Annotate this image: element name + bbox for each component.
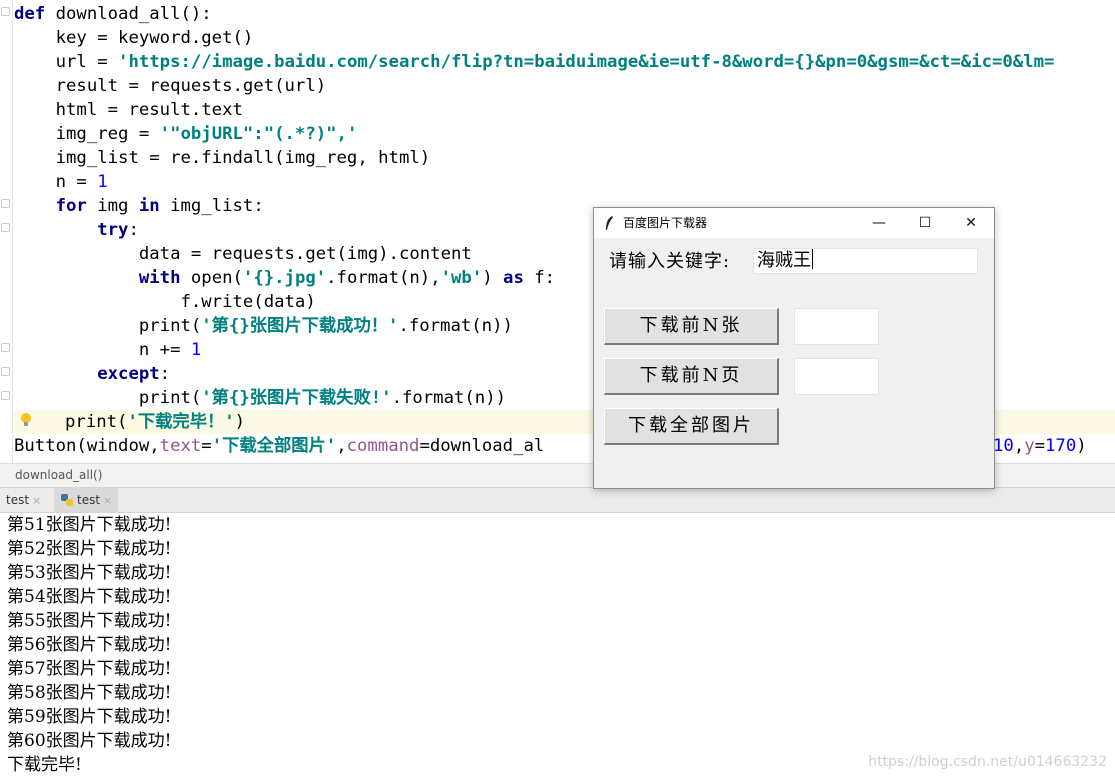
keyword-input[interactable]: 海贼王	[753, 248, 978, 274]
download-all-images-button[interactable]: 下载全部图片	[604, 408, 779, 445]
window-title: 百度图片下载器	[623, 216, 708, 230]
fold-marker-icon[interactable]	[1, 343, 10, 352]
code-line: n += 1	[14, 340, 202, 360]
minimize-button[interactable]: —	[856, 208, 902, 238]
code-line: for img in img_list:	[55, 196, 264, 216]
console-line: 第53张图片下载成功!	[7, 563, 172, 583]
fold-marker-icon[interactable]	[1, 199, 10, 208]
tk-feather-icon	[606, 216, 613, 230]
code-line: print('第{}张图片下载失败!'.format(n))	[14, 388, 507, 408]
console-line: 第55张图片下载成功!	[7, 611, 172, 631]
code-line-tail: 10,y=170)	[993, 436, 1087, 456]
tab-label: test	[6, 493, 30, 507]
console-line: 第60张图片下载成功!	[7, 731, 172, 751]
code-line: Button(window,text='下载全部图片',command=down…	[14, 436, 545, 456]
page-count-input[interactable]	[794, 358, 879, 395]
run-tool-tabs: test × test ×	[0, 487, 1115, 513]
watermark: https://blog.csdn.net/u014663232	[868, 754, 1107, 770]
code-line: f.write(data)	[14, 292, 316, 312]
code-line: def download_all():	[14, 4, 212, 24]
code-line: except:	[97, 364, 171, 384]
window-titlebar[interactable]: 百度图片下载器 — ☐ ✕	[594, 208, 994, 238]
code-text: download_all():	[55, 4, 212, 24]
code-line: print('第{}张图片下载成功！'.format(n))	[14, 316, 513, 336]
console-line: 第57张图片下载成功!	[7, 659, 172, 679]
fold-marker-icon[interactable]	[1, 7, 10, 16]
keyword-input-value: 海贼王	[757, 250, 811, 271]
code-line: n = 1	[14, 172, 108, 192]
console-line: 第59张图片下载成功!	[7, 707, 172, 727]
breadcrumb-item[interactable]: download_all()	[15, 468, 102, 482]
console-line: 第51张图片下载成功!	[7, 515, 172, 535]
code-line: data = requests.get(img).content	[14, 244, 472, 264]
tab-label: test	[77, 493, 101, 507]
close-icon[interactable]: ×	[103, 494, 112, 507]
console-line: 第56张图片下载成功!	[7, 635, 172, 655]
fold-marker-icon[interactable]	[1, 223, 10, 232]
tab-run-test-2[interactable]: test ×	[54, 488, 119, 512]
code-line: with open('{}.jpg'.format(n),'wb') as f:	[138, 268, 556, 288]
keyword-label: 请输入关键字:	[609, 251, 731, 272]
close-button[interactable]: ✕	[948, 208, 994, 238]
download-first-n-pages-button[interactable]: 下载前N页	[604, 358, 779, 395]
tab-run-test-1[interactable]: test ×	[0, 488, 47, 512]
code-line: img_list = re.findall(img_reg, html)	[14, 148, 431, 168]
fold-marker-icon[interactable]	[1, 367, 10, 376]
close-icon[interactable]: ×	[32, 494, 41, 507]
console-line: 下载完毕!	[7, 755, 82, 775]
run-console-output[interactable]: 第51张图片下载成功! 第52张图片下载成功! 第53张图片下载成功! 第54张…	[0, 513, 1115, 779]
console-line: 第52张图片下载成功!	[7, 539, 172, 559]
code-line: result = requests.get(url)	[14, 76, 327, 96]
code-line: try:	[97, 220, 139, 240]
console-line: 第58张图片下载成功!	[7, 683, 172, 703]
python-icon	[61, 494, 73, 506]
code-line: url = 'https://image.baidu.com/search/fl…	[14, 52, 1055, 72]
console-line: 第54张图片下载成功!	[7, 587, 172, 607]
download-first-n-images-button[interactable]: 下载前N张	[604, 308, 779, 345]
image-count-input[interactable]	[794, 308, 879, 345]
fold-marker-icon[interactable]	[1, 391, 10, 400]
image-downloader-window: 百度图片下载器 — ☐ ✕ 请输入关键字: 海贼王 下载前N张 下载前N页 下载…	[593, 207, 995, 489]
lightbulb-icon[interactable]	[20, 412, 32, 428]
code-line: html = result.text	[14, 100, 243, 120]
code-line: key = keyword.get()	[14, 28, 254, 48]
editor-gutter	[0, 0, 13, 463]
code-line: img_reg = '"objURL":"(.*?)",'	[14, 124, 358, 144]
maximize-button[interactable]: ☐	[902, 208, 948, 238]
text-caret	[812, 249, 813, 269]
